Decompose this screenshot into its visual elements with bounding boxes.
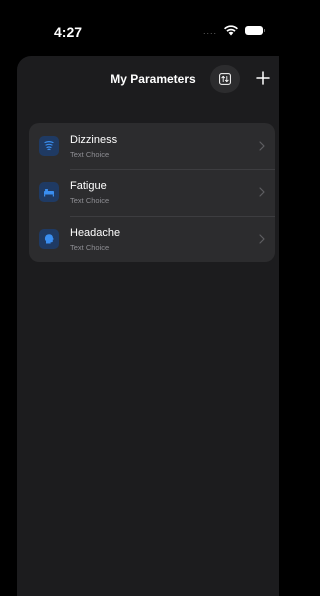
parameter-row-fatigue[interactable]: Fatigue Text Choice — [29, 169, 275, 215]
sort-icon — [219, 73, 231, 85]
signal-dots: .... — [202, 26, 217, 36]
parameter-title: Headache — [70, 226, 121, 239]
parameter-title: Fatigue — [70, 180, 107, 193]
bed-icon — [39, 182, 59, 203]
parameter-type: Text Choice — [70, 196, 110, 206]
parameter-list: Dizziness Text Choice Fatigue Text Choic… — [29, 123, 275, 262]
parameter-row-headache[interactable]: Headache Text Choice — [29, 215, 275, 262]
wifi-icon — [224, 25, 238, 36]
dizzy-icon — [39, 136, 59, 156]
head-icon — [39, 228, 59, 249]
parameter-row-dizziness[interactable]: Dizziness Text Choice — [29, 123, 275, 169]
chevron-right-icon — [259, 233, 265, 244]
status-time: 4:27 — [54, 24, 83, 40]
parameter-type: Text Choice — [70, 150, 110, 159]
battery-icon — [245, 25, 265, 35]
plus-icon — [256, 71, 270, 85]
add-parameter-button[interactable] — [250, 64, 276, 92]
page-title: My Parameters — [110, 72, 196, 86]
chevron-right-icon — [259, 187, 265, 197]
status-icons: .... — [202, 24, 265, 36]
parameters-sheet: My Parameters Dizziness Text Choice Fati… — [17, 56, 279, 596]
chevron-right-icon — [259, 141, 265, 151]
sort-button[interactable] — [210, 65, 240, 93]
status-bar: 4:27 .... — [0, 0, 279, 60]
parameter-title: Dizziness — [70, 134, 118, 146]
parameter-type: Text Choice — [70, 242, 110, 252]
